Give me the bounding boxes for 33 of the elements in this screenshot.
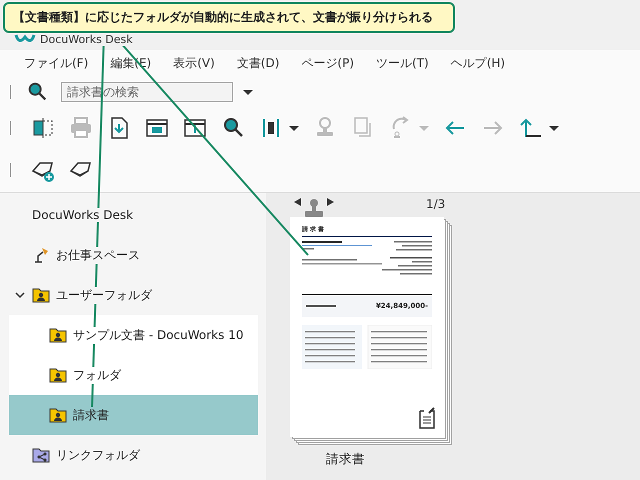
caret-icon: [289, 126, 299, 130]
tree-label: DocuWorks Desk: [32, 208, 134, 222]
tree-label: フォルダ: [73, 366, 121, 384]
page-count: 1/3: [426, 197, 446, 211]
caret-icon: [419, 126, 429, 130]
menu-item[interactable]: ファイル(F): [24, 54, 88, 72]
caret-icon: [243, 90, 253, 94]
caret-icon: [549, 126, 559, 130]
tree-label: お仕事スペース: [56, 246, 140, 264]
user-folder-icon: [49, 407, 67, 423]
window-title: DocuWorks Desk: [40, 33, 133, 46]
printer-icon: [68, 115, 94, 141]
tree-label: ユーザーフォルダ: [56, 286, 152, 304]
tree-label: リンクフォルダ: [56, 446, 140, 464]
lamp-icon: [32, 246, 50, 264]
tree-label: 請求書: [73, 406, 109, 424]
menu-item[interactable]: ページ(P): [301, 54, 354, 72]
tree-label: サンプル文書 - DocuWorks 10: [73, 326, 244, 344]
tree-item[interactable]: サンプル文書 - DocuWorks 10: [9, 315, 258, 355]
menu-item[interactable]: ヘルプ(H): [450, 54, 506, 72]
user-folder-icon: [32, 287, 50, 303]
user-folder-icon: [49, 367, 67, 383]
menu-item[interactable]: ツール(T): [376, 54, 429, 72]
user-folder-icon: [49, 327, 67, 343]
callout: 【文書種類】に応じたフォルダが自動的に生成されて、文書が振り分けられる: [3, 2, 455, 33]
document-name: 請求書: [326, 451, 365, 468]
tree-item[interactable]: 請求書: [9, 395, 258, 435]
tree-item[interactable]: フォルダ: [9, 355, 258, 395]
label-line-drawing: [306, 304, 336, 308]
note-icon: [418, 407, 436, 429]
link-folder-icon: [32, 447, 50, 463]
menu-item[interactable]: 文書(D): [236, 54, 280, 72]
menu-item[interactable]: 表示(V): [173, 54, 215, 72]
